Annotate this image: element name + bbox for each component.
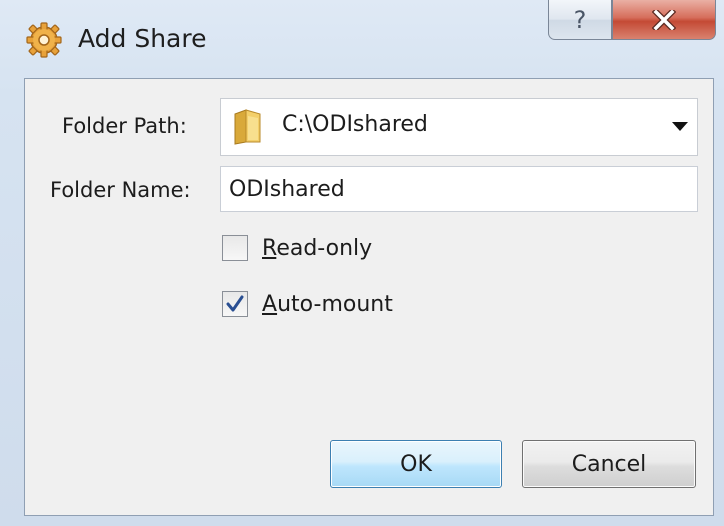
folder-path-label: Folder Path: bbox=[62, 114, 187, 138]
ok-button[interactable]: OK bbox=[330, 440, 502, 488]
folder-name-input[interactable] bbox=[220, 166, 698, 212]
folder-icon bbox=[234, 109, 261, 145]
help-icon: ? bbox=[573, 5, 587, 34]
gear-icon bbox=[26, 22, 62, 58]
checkmark-icon bbox=[226, 295, 244, 312]
close-button[interactable] bbox=[612, 0, 716, 40]
close-icon bbox=[652, 9, 676, 30]
auto-mount-label-rest: uto-mount bbox=[277, 292, 393, 317]
folder-name-label: Folder Name: bbox=[50, 178, 191, 202]
window-title: Add Share bbox=[78, 24, 207, 53]
folder-path-value: C:\ODIshared bbox=[282, 112, 428, 137]
title-bar[interactable]: Add Share ? bbox=[0, 0, 724, 78]
add-share-dialog: Add Share ? Folder Path: C:\ODIshared Fo… bbox=[0, 0, 724, 526]
auto-mount-checkbox[interactable] bbox=[222, 291, 248, 317]
auto-mount-label[interactable]: Auto-mount bbox=[262, 292, 393, 317]
read-only-label-rest: ead-only bbox=[276, 236, 373, 261]
read-only-checkbox[interactable] bbox=[222, 235, 248, 261]
cancel-button[interactable]: Cancel bbox=[522, 440, 696, 488]
help-button[interactable]: ? bbox=[548, 0, 612, 40]
read-only-label[interactable]: Read-only bbox=[262, 236, 372, 261]
auto-mount-mnemonic: A bbox=[262, 292, 278, 317]
read-only-mnemonic: R bbox=[262, 236, 277, 261]
chevron-down-icon[interactable] bbox=[672, 122, 688, 131]
